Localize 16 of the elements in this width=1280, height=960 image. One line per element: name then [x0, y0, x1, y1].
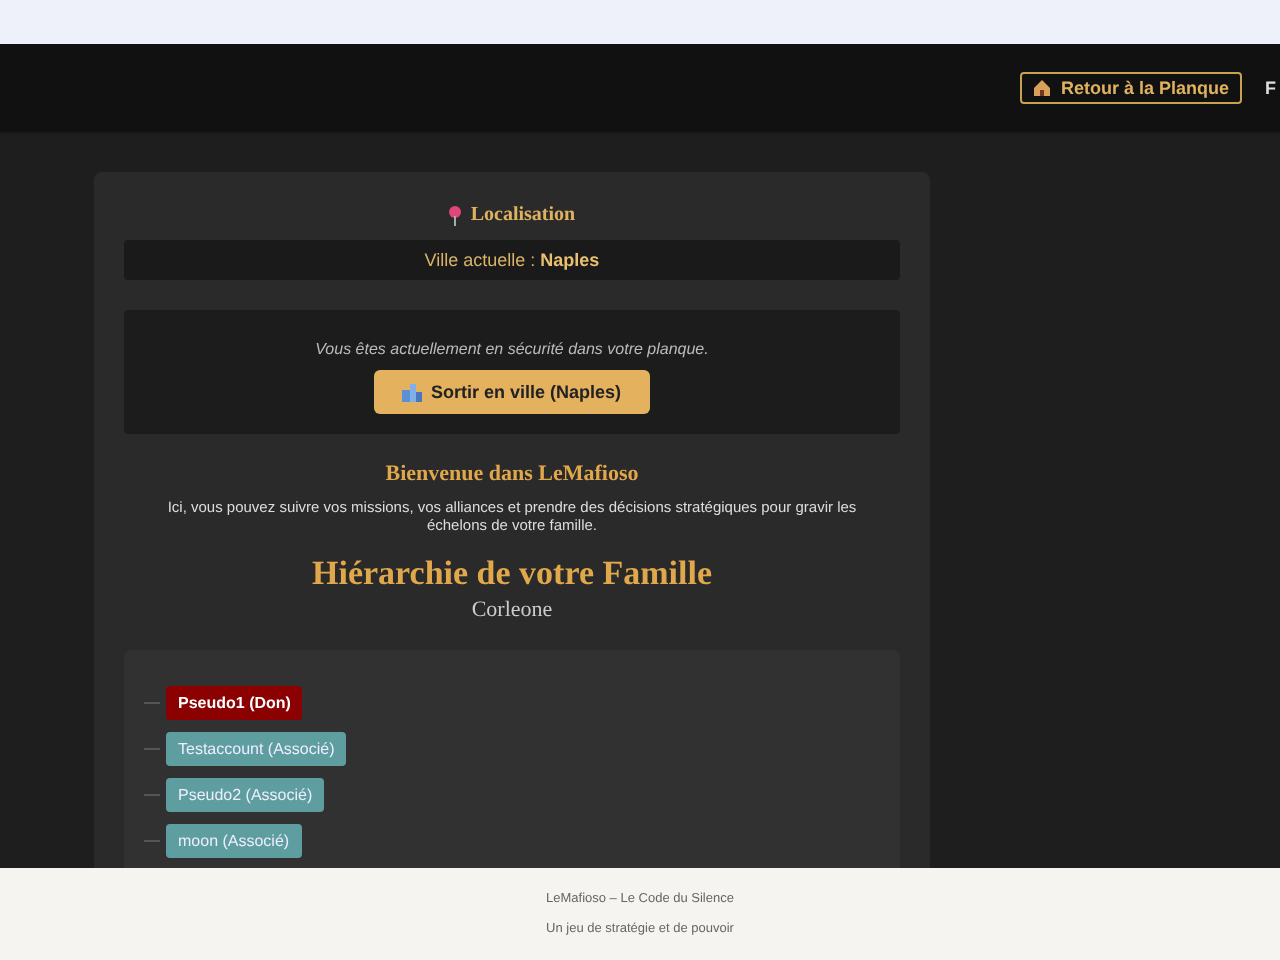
member-tag: moon (Associé) [166, 824, 302, 858]
welcome-title: Bienvenue dans LeMafioso [383, 462, 641, 486]
pin-icon [448, 205, 463, 225]
home-button[interactable]: Retour à la Planque [1020, 72, 1241, 104]
family-name: Corleone [469, 598, 555, 622]
safety-message: Vous êtes actuellement en sécurité dans votre planque. [315, 340, 709, 358]
member-tag: Pseudo1 (Don) [166, 686, 303, 720]
city-icon [402, 383, 423, 401]
go-out-button[interactable]: Sortir en ville (Naples) [374, 370, 650, 414]
hierarchy-title: Hiérarchie de votre Famille [310, 554, 714, 594]
member-tag: Pseudo2 (Associé) [166, 778, 325, 812]
nav-link[interactable]: F [1265, 78, 1276, 98]
member-tag: Testaccount (Associé) [166, 732, 347, 766]
house-icon [1032, 78, 1053, 98]
section-title: Localisation [470, 204, 576, 226]
current-city: Ville actuelle : Naples [124, 240, 900, 280]
